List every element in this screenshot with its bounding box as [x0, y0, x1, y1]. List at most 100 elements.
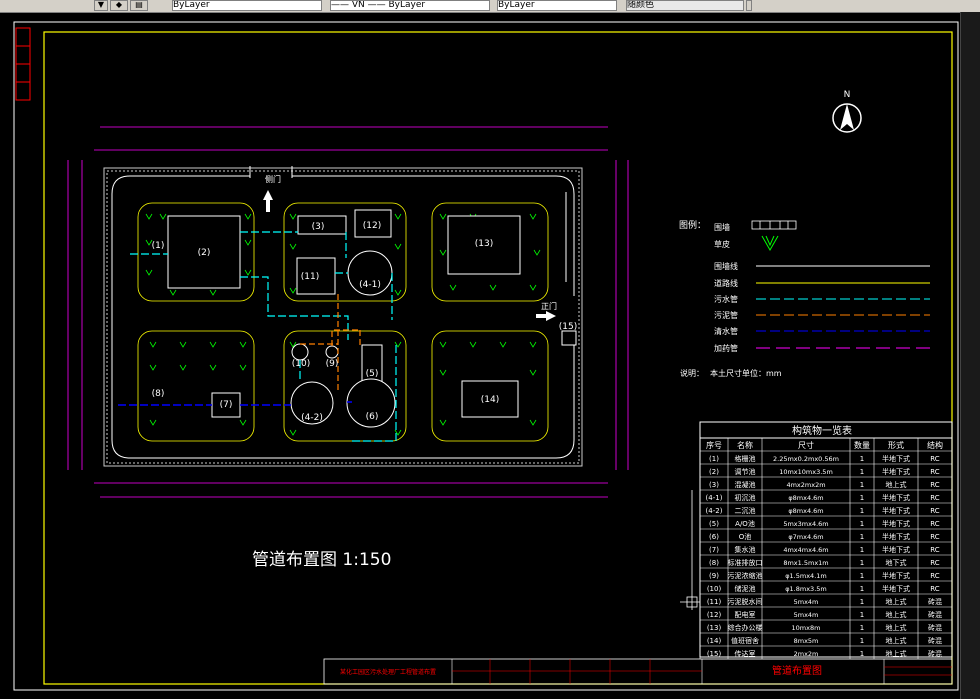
- table-cell-no: (13): [707, 624, 722, 632]
- table-cell-form: 地下式: [886, 558, 907, 567]
- lineweight-dropdown[interactable]: ByLayer: [497, 0, 617, 11]
- table-cell-struct: 砖混: [928, 623, 942, 632]
- table-header-qty: 数量: [854, 440, 870, 450]
- linetype-dropdown[interactable]: —— VN —— ByLayer: [330, 0, 490, 11]
- table-cell-form: 半地下式: [882, 571, 910, 580]
- table-cell-name: 污泥浓缩池: [728, 571, 763, 580]
- table-cell-no: (14): [707, 637, 722, 645]
- table-cell-name: 污泥脱水间: [728, 597, 763, 606]
- side-gate: 侧门: [263, 174, 281, 212]
- table-cell-struct: 砖混: [928, 610, 942, 619]
- title-block-project: 某化工园区污水处理厂工程管道布置: [340, 668, 436, 676]
- site-wall: [103, 167, 583, 467]
- crosshair-cursor-icon: [680, 490, 700, 610]
- layer-dropdown-arrow[interactable]: ▼: [94, 0, 108, 11]
- table-cell-qty: 1: [860, 624, 864, 632]
- table-cell-no: (8): [709, 559, 719, 567]
- table-cell-name: 标准排放口: [728, 558, 763, 567]
- sludge-pipes: [300, 294, 361, 390]
- table-cell-qty: 1: [860, 520, 864, 528]
- label-b1: (1): [152, 241, 165, 251]
- table-header-struct: 结构: [927, 440, 943, 450]
- table-cell-no: (6): [709, 533, 719, 541]
- table-cell-size: 10mx8m: [792, 624, 821, 632]
- plotstyle-dropdown[interactable]: 随颜色: [626, 0, 744, 11]
- wall-symbol-icon: [751, 220, 797, 230]
- table-cell-form: 半地下式: [882, 584, 910, 593]
- table-cell-size: 2mx2m: [794, 650, 819, 658]
- table-cell-name: 综合办公楼: [728, 623, 763, 632]
- table-cell-struct: 砖混: [928, 649, 942, 658]
- north-arrow-icon: N: [832, 90, 862, 133]
- table-cell-form: 半地下式: [882, 493, 910, 502]
- legend-sludge-label: 污泥管: [714, 310, 738, 320]
- note-label: 说明：: [680, 368, 704, 378]
- drawing-canvas[interactable]: N (1) (2) (3) (12) (11) (4-1) (13) (10) …: [0, 12, 960, 699]
- table-cell-size: 4mx4mx4.6m: [783, 546, 828, 554]
- table-cell-form: 地上式: [886, 610, 907, 619]
- table-cell-name: 值班宿舍: [731, 636, 759, 645]
- table-cell-struct: RC: [930, 546, 940, 554]
- table-cell-size: φ1.5mx4.1m: [785, 572, 826, 580]
- table-cell-qty: 1: [860, 481, 864, 489]
- main-gate: 正门: [536, 301, 557, 321]
- label-b10: (10): [292, 359, 310, 369]
- table-cell-no: (3): [709, 481, 719, 489]
- label-b13: (13): [475, 239, 493, 249]
- legend-dosing-label: 加药管: [714, 343, 738, 353]
- table-cell-name: 二沉池: [735, 506, 756, 515]
- table-title: 构筑物一览表: [792, 424, 852, 437]
- table-cell-name: 配电室: [735, 610, 756, 619]
- plotstyle-value: 随颜色: [627, 0, 655, 10]
- table-cell-name: A/O池: [735, 519, 755, 528]
- table-cell-size: 8mx1.5mx1m: [783, 559, 828, 567]
- table-cell-struct: RC: [930, 455, 940, 463]
- table-body: (1) 格栅池 2.25mx0.2mx0.56m 1 半地下式 RC (2) 调节池 10mx1…: [706, 454, 942, 658]
- table-cell-no: (1): [709, 455, 719, 463]
- table-cell-qty: 1: [860, 572, 864, 580]
- table-cell-no: (10): [707, 585, 722, 593]
- table-cell-qty: 1: [860, 533, 864, 541]
- table-cell-qty: 1: [860, 637, 864, 645]
- table-cell-no: (12): [707, 611, 722, 619]
- color-dropdown-value: ByLayer: [173, 0, 210, 10]
- layer-properties-icon[interactable]: ▤: [130, 0, 148, 11]
- table-cell-qty: 1: [860, 585, 864, 593]
- table-header: 序号 名称 尺寸 数量 形式 结构: [706, 440, 943, 450]
- lineweight-value: ByLayer: [498, 0, 535, 10]
- vertical-scrollbar[interactable]: [960, 12, 980, 699]
- table-cell-form: 半地下式: [882, 545, 910, 554]
- label-b11: (11): [301, 272, 319, 282]
- legend-sewage-label: 污水管: [714, 294, 738, 304]
- legend-road-label: 道路线: [714, 278, 738, 288]
- linetype-prefix: —— VN ——: [331, 0, 386, 10]
- label-b15: (15): [559, 322, 577, 332]
- label-b41: (4-1): [359, 280, 381, 290]
- table-cell-form: 半地下式: [882, 506, 910, 515]
- drawing-title: 管道布置图 1:150: [252, 550, 391, 570]
- table-header-name: 名称: [737, 440, 753, 450]
- table-cell-form: 地上式: [886, 636, 907, 645]
- table-cell-qty: 1: [860, 650, 864, 658]
- table-header-no: 序号: [706, 440, 722, 450]
- table-cell-struct: RC: [930, 520, 940, 528]
- table-header-size: 尺寸: [798, 440, 814, 450]
- north-label: N: [844, 90, 851, 100]
- table-cell-no: (9): [709, 572, 719, 580]
- table-cell-no: (15): [707, 650, 722, 658]
- note-text: 本土尺寸单位：mm: [710, 368, 782, 378]
- table-cell-qty: 1: [860, 559, 864, 567]
- table-cell-size: 4mx2mx2m: [786, 481, 825, 489]
- layer-state-icon[interactable]: ◆: [110, 0, 128, 11]
- grass-symbol-icon: [761, 235, 779, 252]
- table-cell-name: 集水池: [735, 545, 756, 554]
- legend: 图例： 围墙 草皮 围墙线 道路线 污水管 污泥管 清水管 加药管 说明： 本土…: [679, 219, 930, 378]
- color-dropdown[interactable]: ByLayer: [172, 0, 322, 11]
- table-cell-struct: RC: [930, 559, 940, 567]
- table-cell-name: 混凝池: [735, 480, 756, 489]
- legend-wall-label: 围墙: [714, 222, 730, 232]
- table-cell-size: 10mx10mx3.5m: [779, 468, 833, 476]
- table-cell-struct: RC: [930, 507, 940, 515]
- table-cell-size: 2.25mx0.2mx0.56m: [773, 455, 839, 463]
- label-b5: (5): [366, 369, 379, 379]
